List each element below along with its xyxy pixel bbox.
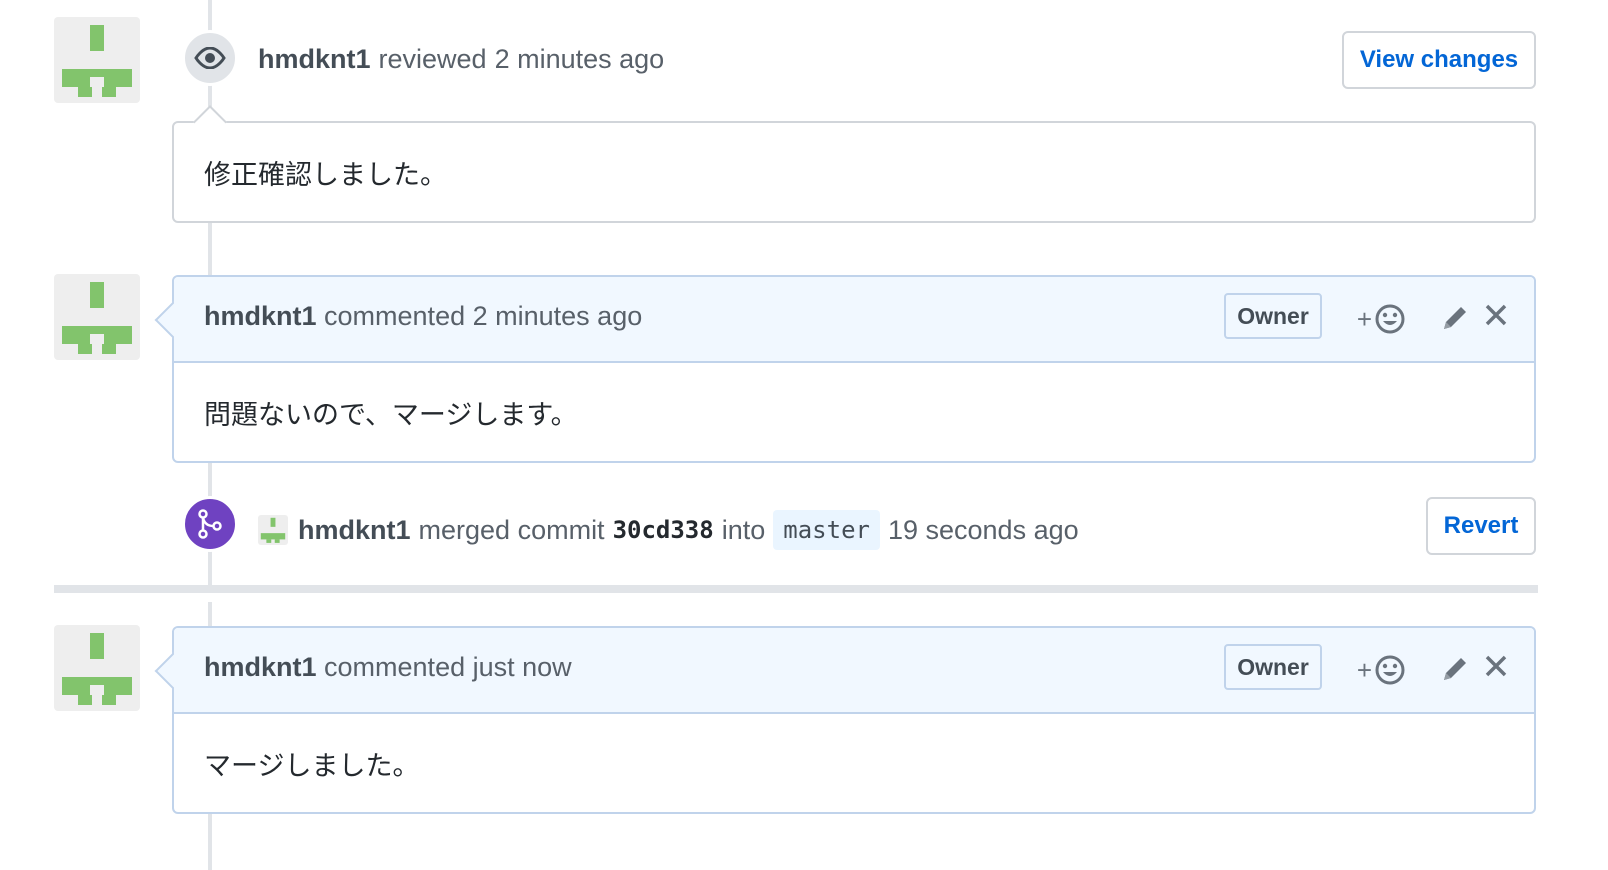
timeline-divider bbox=[54, 585, 1538, 593]
comment-body: 問題ないので、マージします。 bbox=[204, 399, 578, 431]
avatar[interactable] bbox=[54, 625, 140, 711]
author-link[interactable]: hmdknt1 bbox=[204, 652, 317, 682]
eye-icon bbox=[182, 30, 238, 86]
comment-box: hmdknt1 commented 2 minutes ago Owner + … bbox=[154, 275, 1536, 463]
add-reaction-button[interactable]: + bbox=[1357, 303, 1406, 335]
delete-button[interactable] bbox=[1484, 654, 1508, 678]
author-link[interactable]: hmdknt1 bbox=[258, 44, 371, 75]
pencil-icon bbox=[1444, 307, 1466, 329]
revert-button[interactable]: Revert bbox=[1426, 497, 1536, 555]
author-link[interactable]: hmdknt1 bbox=[298, 515, 411, 546]
into-text: into bbox=[721, 514, 766, 545]
comment-header: hmdknt1 commented 2 minutes ago Owner + bbox=[174, 277, 1534, 363]
event-action: merged commit bbox=[418, 514, 605, 545]
edit-button[interactable] bbox=[1440, 303, 1470, 333]
branch-name[interactable]: master bbox=[773, 510, 880, 550]
comment-time[interactable]: 2 minutes ago bbox=[473, 301, 643, 331]
edit-button[interactable] bbox=[1440, 654, 1470, 684]
x-icon bbox=[1485, 655, 1507, 677]
comment-action: commented bbox=[324, 652, 466, 682]
event-time[interactable]: 2 minutes ago bbox=[495, 44, 665, 75]
comment-body: 修正確認しました。 bbox=[204, 159, 447, 191]
view-changes-button[interactable]: View changes bbox=[1342, 31, 1536, 89]
review-event-text: hmdknt1 reviewed 2 minutes ago bbox=[258, 44, 664, 75]
event-time[interactable]: 19 seconds ago bbox=[888, 515, 1079, 546]
comment-time[interactable]: just now bbox=[473, 652, 572, 682]
owner-badge: Owner bbox=[1224, 293, 1322, 339]
smiley-icon bbox=[1375, 655, 1405, 685]
smiley-icon bbox=[1375, 304, 1405, 334]
author-link[interactable]: hmdknt1 bbox=[204, 301, 317, 331]
delete-button[interactable] bbox=[1484, 303, 1508, 327]
owner-badge: Owner bbox=[1224, 644, 1322, 690]
avatar[interactable] bbox=[258, 515, 288, 545]
event-action: reviewed bbox=[378, 44, 487, 74]
avatar[interactable] bbox=[54, 274, 140, 360]
commit-sha-link[interactable]: 30cd338 bbox=[613, 516, 714, 544]
comment-body: マージしました。 bbox=[204, 750, 420, 782]
x-icon bbox=[1485, 304, 1507, 326]
add-reaction-button[interactable]: + bbox=[1357, 654, 1406, 686]
comment-header: hmdknt1 commented just now Owner + bbox=[174, 628, 1534, 714]
review-comment-box: 修正確認しました。 bbox=[172, 105, 1536, 223]
avatar[interactable] bbox=[54, 17, 140, 103]
comment-action: commented bbox=[324, 301, 466, 331]
comment-box: hmdknt1 commented just now Owner + マージしま… bbox=[154, 626, 1536, 814]
pencil-icon bbox=[1444, 658, 1466, 680]
git-merge-icon bbox=[182, 496, 238, 552]
merge-event-text: hmdknt1 merged commit 30cd338 into maste… bbox=[258, 510, 1079, 550]
